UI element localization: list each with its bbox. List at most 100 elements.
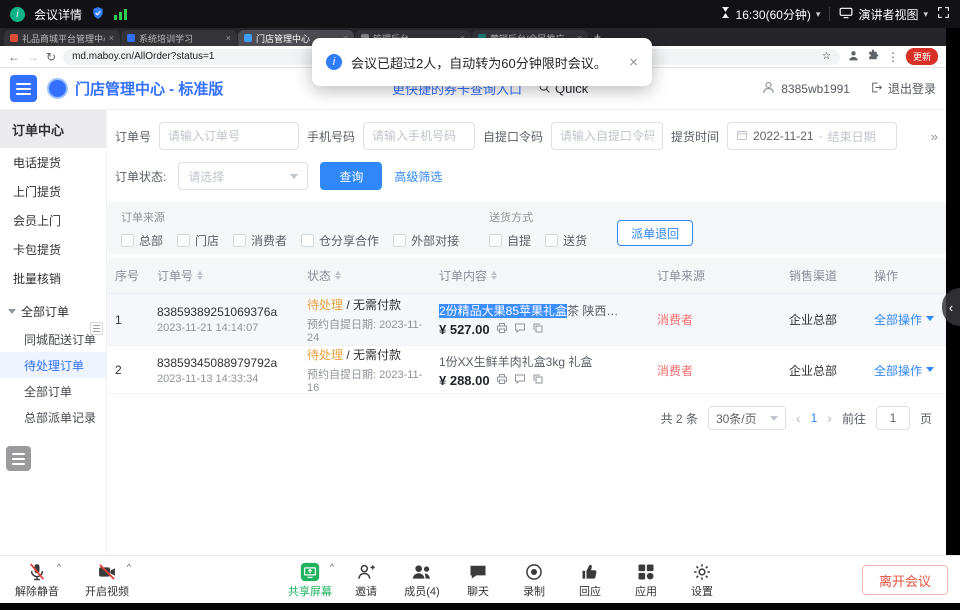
message-icon[interactable] [514,322,526,337]
invite-button[interactable]: 邀请 [339,559,393,599]
close-icon[interactable]: × [629,54,638,71]
settings-button[interactable]: 设置 [675,559,729,599]
reload-icon[interactable]: ↻ [46,51,56,63]
sort-icon [335,268,341,283]
selected-text: 2份精品大果85苹果礼盒 [439,304,567,318]
sidebar-item-door-pickup[interactable]: 上门提货 [0,177,106,206]
forward-icon[interactable]: → [27,51,39,63]
browser-update-button[interactable]: 更新 [906,48,938,65]
record-button[interactable]: 录制 [507,559,561,599]
tool-label: 成员(4) [404,583,439,599]
sales-channel: 企业总部 [781,311,866,328]
chat-button[interactable]: 聊天 [451,559,505,599]
sidebar-group-label: 全部订单 [21,303,69,320]
view-mode-selector[interactable]: 演讲者视图 ▾ [839,6,928,23]
start-video-button[interactable]: ^ 开启视频 [80,559,134,599]
bookmark-star-icon[interactable]: ☆ [822,51,831,62]
next-page-icon[interactable]: › [827,410,832,426]
checkbox-source-store[interactable]: 门店 [177,232,219,249]
status-extra: / 无需付款 [346,298,401,312]
all-actions-dropdown[interactable]: 全部操作 [874,364,922,378]
profile-icon[interactable] [847,49,860,65]
chevron-down-icon [290,174,298,183]
col-header-order-no[interactable]: 订单号 [149,267,299,284]
members-button[interactable]: 成员(4) [395,559,449,599]
chevron-up-icon[interactable]: ^ [127,562,131,572]
user-account[interactable]: 8385wb1991 [761,80,850,98]
order-id: 83859389251069376a [157,305,299,319]
fullscreen-icon[interactable] [937,6,950,22]
back-icon[interactable]: ← [8,51,20,63]
camera-off-icon [97,562,117,582]
browser-tab[interactable]: 系统培训学习 × [121,30,237,46]
sidebar-collapse-icon[interactable] [90,322,103,335]
sidebar-item-hq-dispatch-records[interactable]: 总部派单记录 [0,404,106,430]
dispatch-return-button[interactable]: 派单退回 [617,220,693,246]
order-status-label: 订单状态: [115,168,166,185]
advanced-filter-link[interactable]: 高级筛选 [394,168,442,185]
sidebar-item-all-orders[interactable]: 全部订单 [0,378,106,404]
logout-label: 退出登录 [888,80,936,97]
favicon-icon [244,34,252,42]
meeting-timer[interactable]: 16:30(60分钟) ▾ [720,6,821,23]
logout-button[interactable]: 退出登录 [870,80,936,97]
date-range-picker[interactable]: 2022-11-21 - 结束日期 [727,122,897,150]
hamburger-menu-button[interactable] [10,75,37,102]
close-tab-icon[interactable]: × [226,33,231,43]
page-size-select[interactable]: 30条/页 [708,406,786,430]
chevron-down-icon [926,316,934,325]
all-actions-dropdown[interactable]: 全部操作 [874,313,922,327]
extensions-icon[interactable] [867,49,880,65]
chevron-up-icon[interactable]: ^ [330,562,334,572]
checkbox-source-hq[interactable]: 总部 [121,232,163,249]
order-no-input[interactable] [159,122,299,150]
reaction-button[interactable]: 回应 [563,559,617,599]
message-icon[interactable] [514,373,526,388]
checkbox-source-consumer[interactable]: 消费者 [233,232,287,249]
select-placeholder: 请选择 [188,168,224,185]
phone-label: 手机号码 [307,128,355,145]
leave-meeting-button[interactable]: 离开会议 [862,565,948,595]
checkbox-label: 外部对接 [411,232,459,249]
sidebar-item-phone-pickup[interactable]: 电话提货 [0,148,106,177]
current-page[interactable]: 1 [811,411,818,425]
total-count: 共 2 条 [661,410,698,427]
copy-icon[interactable] [532,322,544,337]
checkbox-delivery-selfpickup[interactable]: 自提 [489,232,531,249]
chevron-up-icon[interactable]: ^ [57,562,61,572]
sidebar-item-pending-orders[interactable]: 待处理订单 [0,352,106,378]
tool-label: 邀请 [355,583,377,599]
sidebar-item-member-visit[interactable]: 会员上门 [0,206,106,235]
close-tab-icon[interactable]: × [109,33,114,43]
chevron-down-icon [770,416,778,425]
checkbox-icon [121,234,134,247]
sidebar-item-batch-verify[interactable]: 批量核销 [0,264,106,293]
prev-page-icon[interactable]: ‹ [796,410,801,426]
browser-menu-icon[interactable]: ⋮ [887,51,899,63]
col-header-status[interactable]: 状态 [299,267,431,284]
tool-label: 解除静音 [15,583,59,599]
quick-menu-button[interactable] [6,446,31,471]
checkbox-delivery-deliver[interactable]: 送货 [545,232,587,249]
apps-button[interactable]: 应用 [619,559,673,599]
col-header-content[interactable]: 订单内容 [431,267,649,284]
phone-input[interactable] [363,122,475,150]
checkbox-source-external[interactable]: 外部对接 [393,232,459,249]
pickup-code-input[interactable] [551,122,663,150]
info-icon: i [326,54,342,70]
copy-icon[interactable] [532,373,544,388]
print-icon[interactable] [496,373,508,388]
unmute-button[interactable]: ^ 解除静音 [10,559,64,599]
page-jump-input[interactable] [876,406,910,430]
meeting-details-label[interactable]: 会议详情 [34,6,82,23]
mic-off-icon [27,562,47,582]
sidebar-item-card-pickup[interactable]: 卡包提货 [0,235,106,264]
search-button[interactable]: 查询 [320,162,382,190]
share-screen-button[interactable]: ^ 共享屏幕 [283,559,337,599]
tab-label: 系统培训学习 [139,32,222,45]
collapse-filters-icon[interactable]: » [931,129,936,144]
order-status-select[interactable]: 请选择 [178,162,308,190]
print-icon[interactable] [496,322,508,337]
checkbox-source-warehouse-coop[interactable]: 仓分享合作 [301,232,379,249]
browser-tab[interactable]: 礼品商城平台管理中心 × [4,30,120,46]
